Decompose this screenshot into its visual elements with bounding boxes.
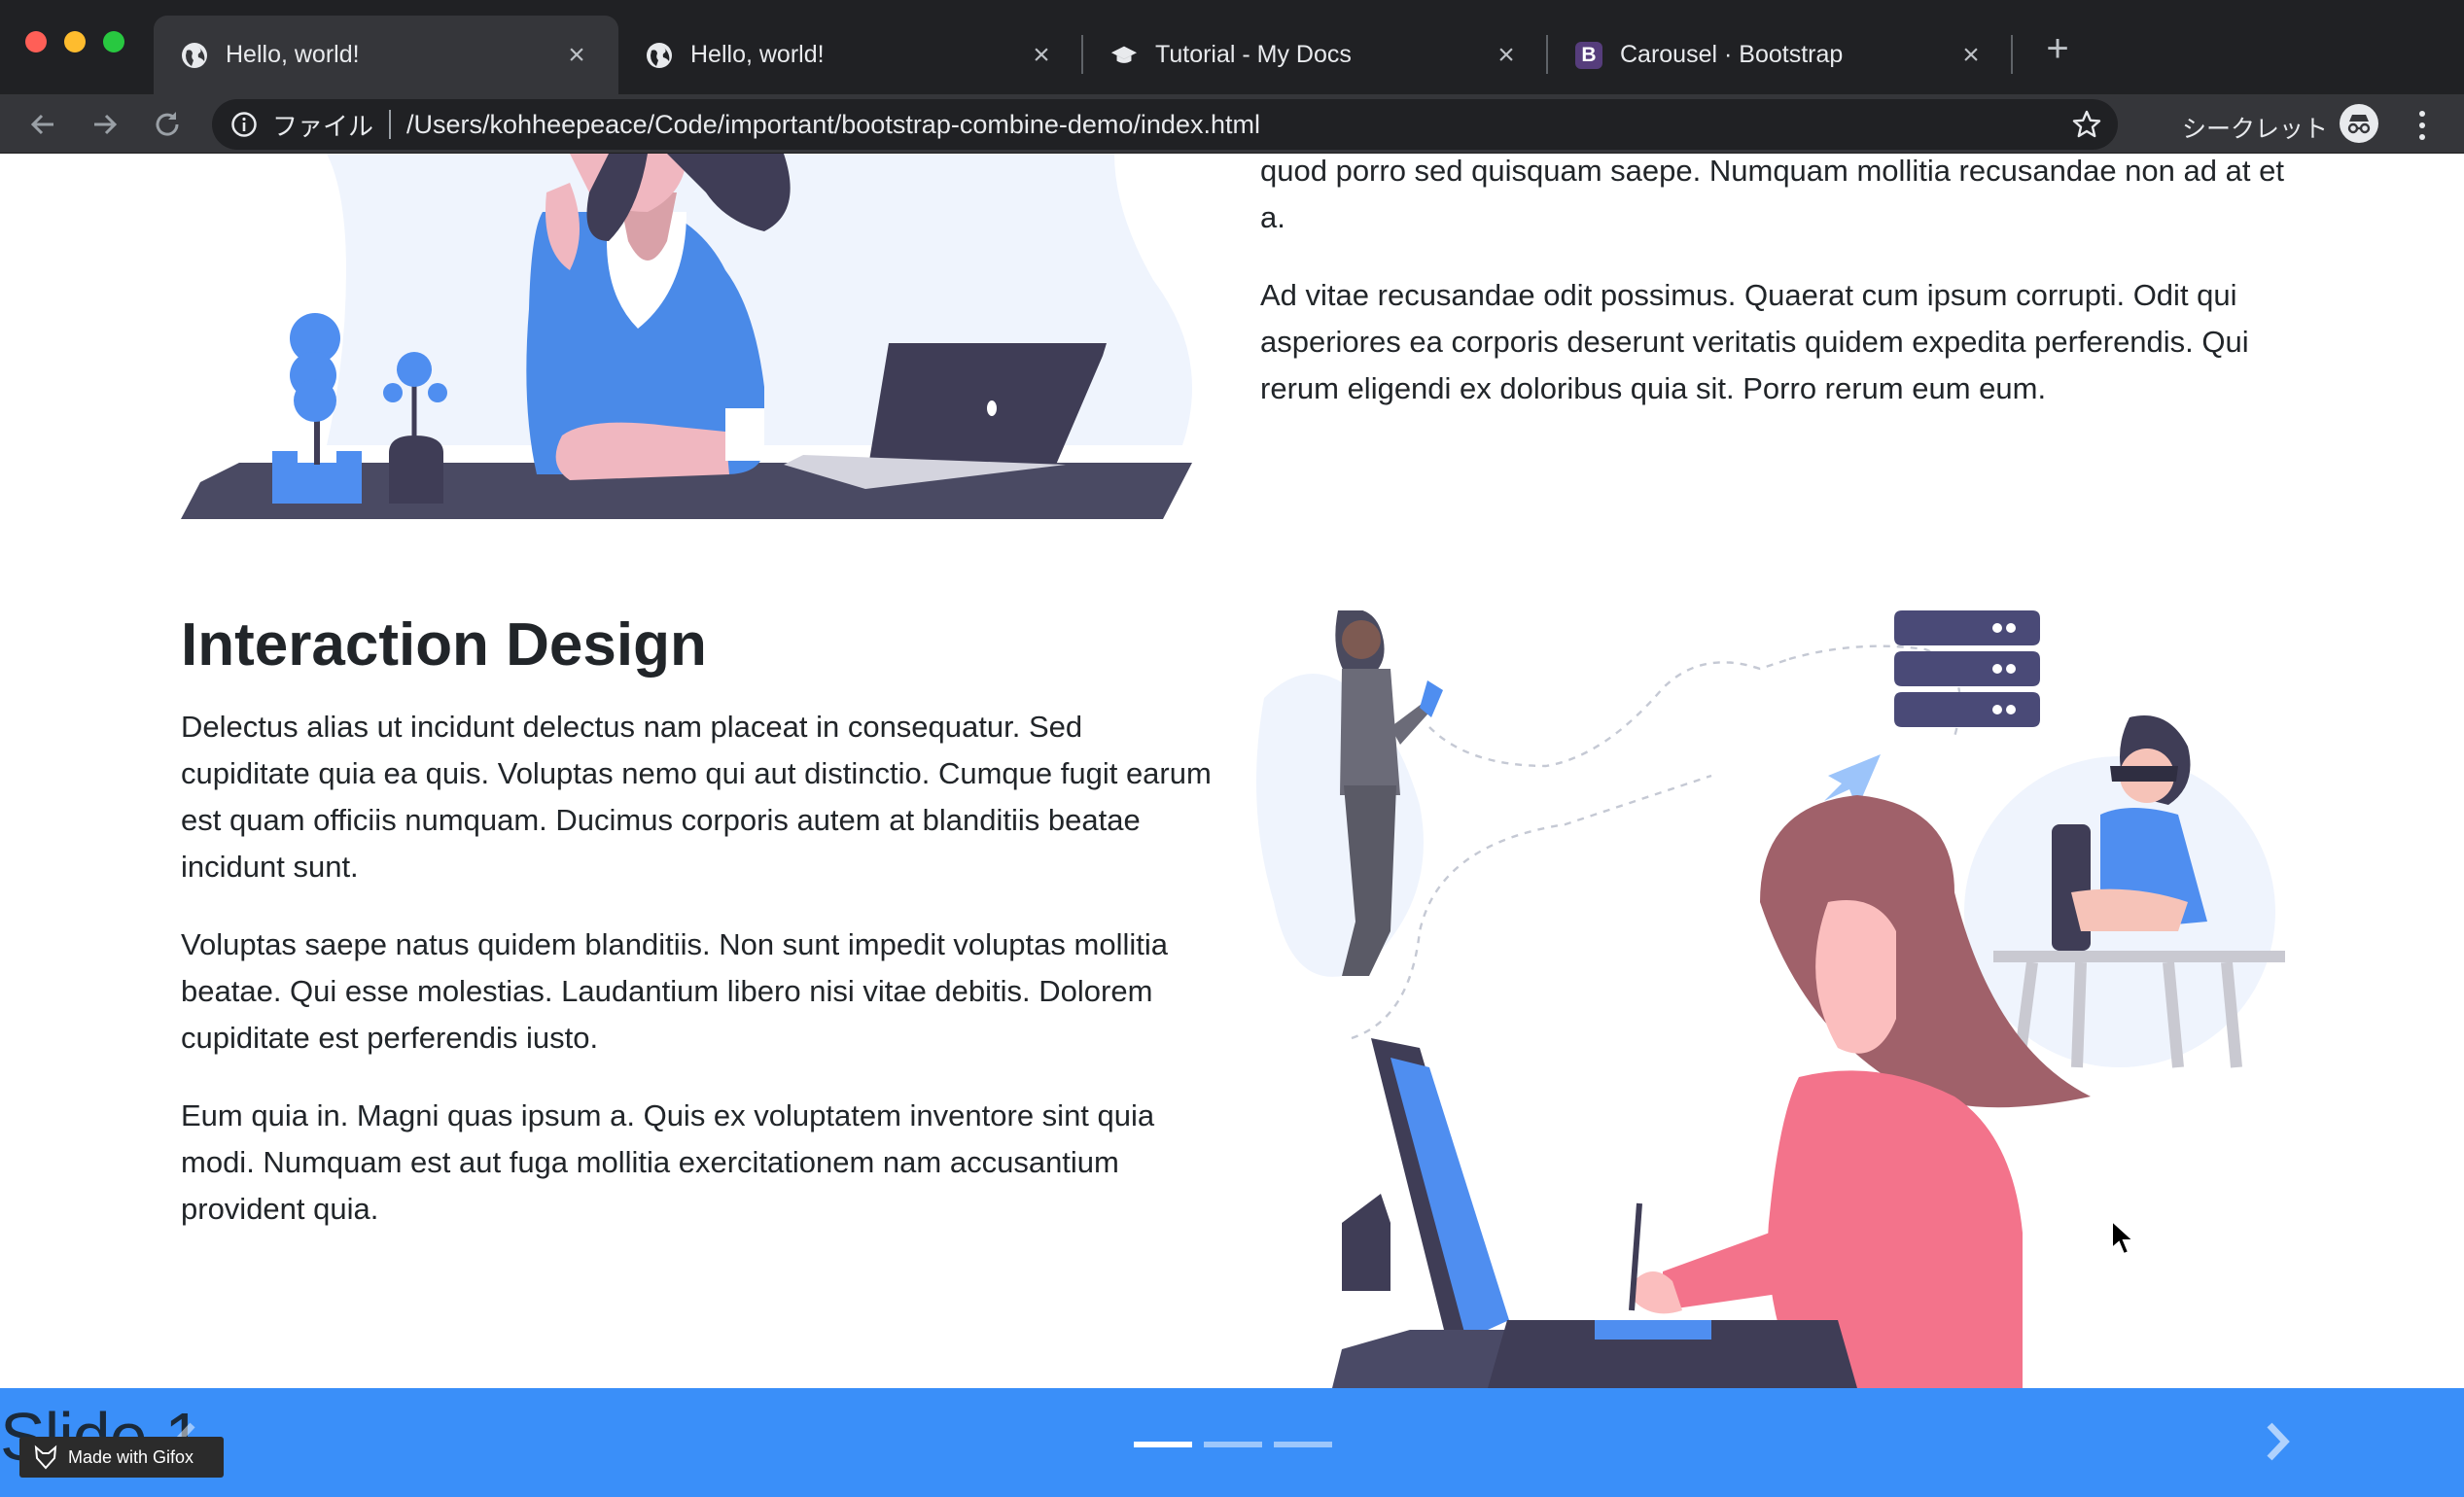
close-window-button[interactable] bbox=[25, 31, 47, 52]
carousel-next-icon[interactable] bbox=[2258, 1417, 2297, 1466]
close-tab-icon[interactable]: × bbox=[1027, 39, 1056, 72]
intro-paragraph-tail: quod porro sed quisquam saepe. Numquam m… bbox=[1260, 154, 2284, 234]
incognito-label: シークレット bbox=[2182, 116, 2329, 143]
minimize-window-button[interactable] bbox=[64, 31, 86, 52]
tab-hello-world-1[interactable]: Hello, world! × bbox=[154, 16, 618, 94]
browser-toolbar: ファイル /Users/kohheepeace/Code/important/b… bbox=[0, 94, 2464, 154]
mouse-cursor-icon bbox=[2111, 1219, 2136, 1256]
section-paragraph-2: Voluptas saepe natus quidem blanditiis. … bbox=[181, 927, 1168, 1055]
section-paragraph-1: Delectus alias ut incidunt delectus nam … bbox=[181, 710, 1212, 884]
close-tab-icon[interactable]: × bbox=[1492, 39, 1521, 72]
tab-tutorial-my-docs[interactable]: Tutorial - My Docs × bbox=[1083, 16, 1548, 94]
bootstrap-icon: B bbox=[1575, 41, 1602, 69]
info-icon[interactable] bbox=[229, 110, 259, 139]
incognito-icon[interactable] bbox=[2340, 104, 2378, 143]
close-tab-icon[interactable]: × bbox=[562, 39, 591, 72]
more-menu-icon[interactable] bbox=[2408, 106, 2437, 145]
page-content: quod porro sed quisquam saepe. Numquam m… bbox=[0, 154, 2464, 1388]
fox-icon bbox=[34, 1445, 57, 1470]
tab-title: Tutorial - My Docs bbox=[1155, 41, 1352, 68]
carousel-caption-bar: Slide 1 Made with Gifox bbox=[0, 1388, 2464, 1497]
carousel-indicator-2[interactable] bbox=[1204, 1442, 1262, 1447]
woman-at-laptop-illustration bbox=[181, 154, 1192, 519]
graduation-cap-icon bbox=[1110, 42, 1138, 69]
interaction-design-illustration bbox=[1256, 610, 2285, 1388]
carousel-indicator-1[interactable] bbox=[1134, 1442, 1192, 1447]
browser-tab-strip: Hello, world! × Hello, world! × Tutorial… bbox=[0, 0, 2464, 94]
carousel-indicator-3[interactable] bbox=[1274, 1442, 1332, 1447]
gifox-watermark: Made with Gifox bbox=[19, 1437, 224, 1478]
zoom-window-button[interactable] bbox=[103, 31, 124, 52]
scheme-label: ファイル bbox=[272, 111, 374, 141]
bookmark-star-icon[interactable] bbox=[2067, 105, 2106, 144]
tab-title: Hello, world! bbox=[226, 41, 360, 68]
back-arrow-icon[interactable] bbox=[23, 105, 62, 144]
new-tab-icon[interactable]: + bbox=[2038, 29, 2077, 68]
reload-icon[interactable] bbox=[148, 105, 187, 144]
globe-icon bbox=[646, 42, 673, 69]
globe-icon bbox=[181, 42, 208, 69]
section-paragraph-3: Eum quia in. Magni quas ipsum a. Quis ex… bbox=[181, 1098, 1155, 1226]
tab-carousel-bootstrap[interactable]: B Carousel · Bootstrap × bbox=[1548, 16, 2013, 94]
tab-hello-world-2[interactable]: Hello, world! × bbox=[618, 16, 1083, 94]
tab-title: Carousel · Bootstrap bbox=[1620, 41, 1844, 68]
address-bar[interactable]: ファイル /Users/kohheepeace/Code/important/b… bbox=[212, 99, 2118, 150]
tab-title: Hello, world! bbox=[690, 41, 825, 68]
url-text[interactable]: /Users/kohheepeace/Code/important/bootst… bbox=[406, 110, 2067, 140]
watermark-label: Made with Gifox bbox=[68, 1446, 194, 1467]
intro-paragraph: Ad vitae recusandae odit possimus. Quaer… bbox=[1260, 278, 2249, 405]
address-divider bbox=[389, 110, 392, 139]
tab-separator bbox=[2011, 35, 2013, 74]
section-title: Interaction Design bbox=[181, 611, 707, 679]
close-tab-icon[interactable]: × bbox=[1956, 39, 1986, 72]
forward-arrow-icon[interactable] bbox=[86, 105, 124, 144]
